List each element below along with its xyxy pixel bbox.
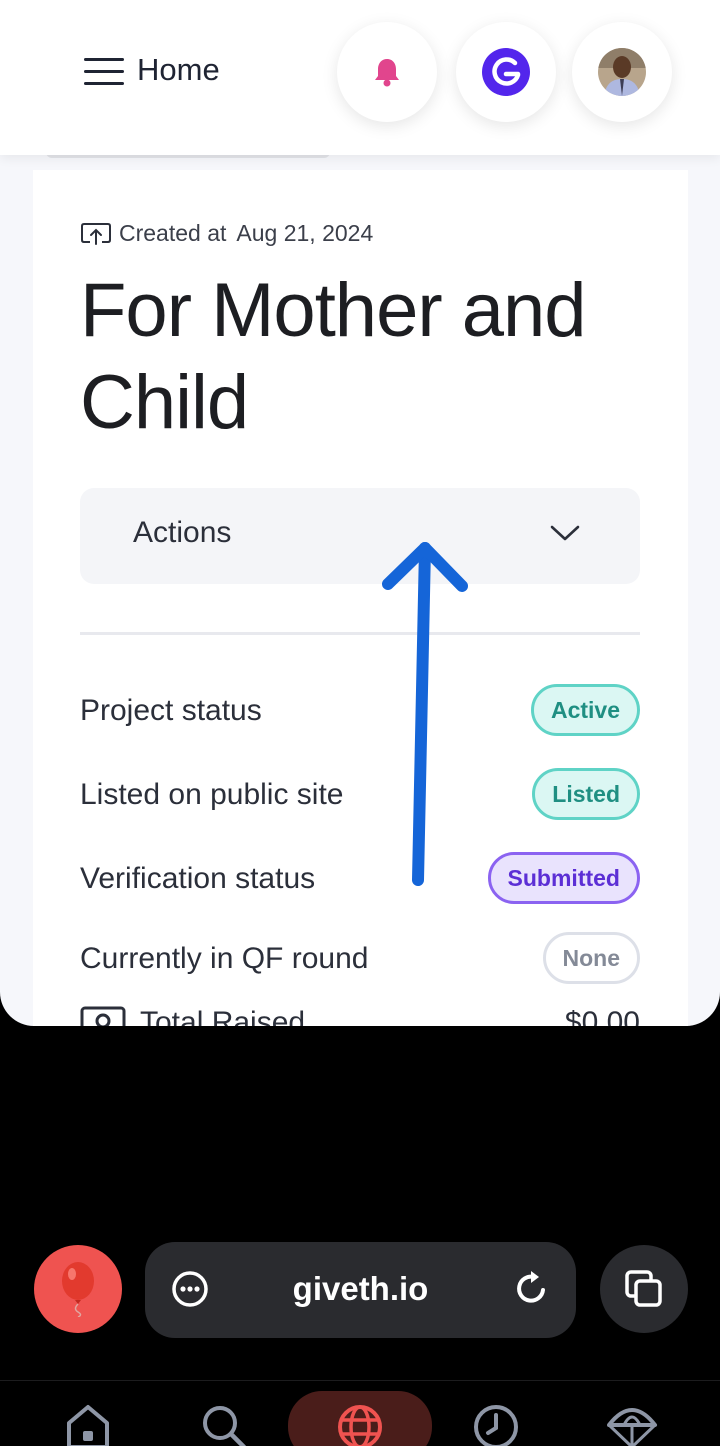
webview: Home Created at Aug 21, 2024 For Mother …: [0, 0, 720, 1026]
chevron-down-icon: [550, 525, 580, 541]
created-at-row: Created at Aug 21, 2024: [81, 220, 373, 247]
status-label: Listed on public site: [80, 778, 344, 811]
swipe-up-arrow-icon: [382, 542, 468, 886]
status-badge-submitted: Submitted: [487, 852, 640, 904]
actions-label: Actions: [133, 516, 232, 549]
upload-icon: [81, 222, 111, 245]
search-icon[interactable]: [200, 1403, 248, 1446]
status-row-qf-round: Currently in QF round None: [80, 932, 640, 986]
status-row-verification: Verification status Submitted: [80, 852, 640, 906]
status-badge-none: None: [542, 932, 640, 984]
money-icon: [80, 1006, 126, 1026]
notifications-button[interactable]: [337, 22, 437, 122]
history-icon[interactable]: [472, 1403, 520, 1446]
status-row-listed: Listed on public site Listed: [80, 768, 640, 822]
created-at-date: Aug 21, 2024: [236, 220, 374, 246]
status-badge-active: Active: [530, 684, 640, 736]
bottom-navigation: [0, 1380, 720, 1446]
created-at-label: Created at: [119, 220, 227, 246]
giveth-wallet-button[interactable]: [456, 22, 556, 122]
parachute-icon[interactable]: [606, 1403, 658, 1446]
reload-icon[interactable]: [512, 1268, 550, 1308]
top-navbar: Home: [0, 0, 720, 155]
actions-dropdown[interactable]: Actions: [80, 488, 640, 584]
profile-button[interactable]: [572, 22, 672, 122]
home-icon[interactable]: [64, 1403, 112, 1446]
total-raised-label: Total Raised: [140, 1006, 306, 1026]
total-raised-value: $0.00: [564, 1006, 640, 1026]
project-card: Created at Aug 21, 2024 For Mother and C…: [33, 170, 688, 1026]
balloon-icon: [62, 1262, 94, 1317]
tabs-button[interactable]: [600, 1245, 688, 1333]
divider: [80, 632, 640, 635]
project-title: For Mother and Child: [80, 268, 587, 445]
address-bar[interactable]: giveth.io: [145, 1242, 576, 1338]
status-label: Project status: [80, 694, 262, 727]
tabs-icon: [625, 1270, 662, 1307]
status-badge-listed: Listed: [532, 768, 640, 820]
status-label: Verification status: [80, 862, 316, 895]
globe-icon[interactable]: [336, 1403, 384, 1446]
status-label: Currently in QF round: [80, 942, 369, 975]
giveth-logo-icon: [482, 48, 530, 96]
browser-toolbar: giveth.io: [0, 1240, 720, 1340]
bell-icon: [375, 59, 399, 87]
balloon-button[interactable]: [34, 1245, 122, 1333]
user-avatar: [598, 48, 646, 96]
status-row-project: Project status Active: [80, 684, 640, 738]
hamburger-menu-icon[interactable]: [84, 55, 124, 87]
total-raised-row: Total Raised $0.00: [80, 1006, 640, 1026]
home-label[interactable]: Home: [137, 52, 220, 88]
